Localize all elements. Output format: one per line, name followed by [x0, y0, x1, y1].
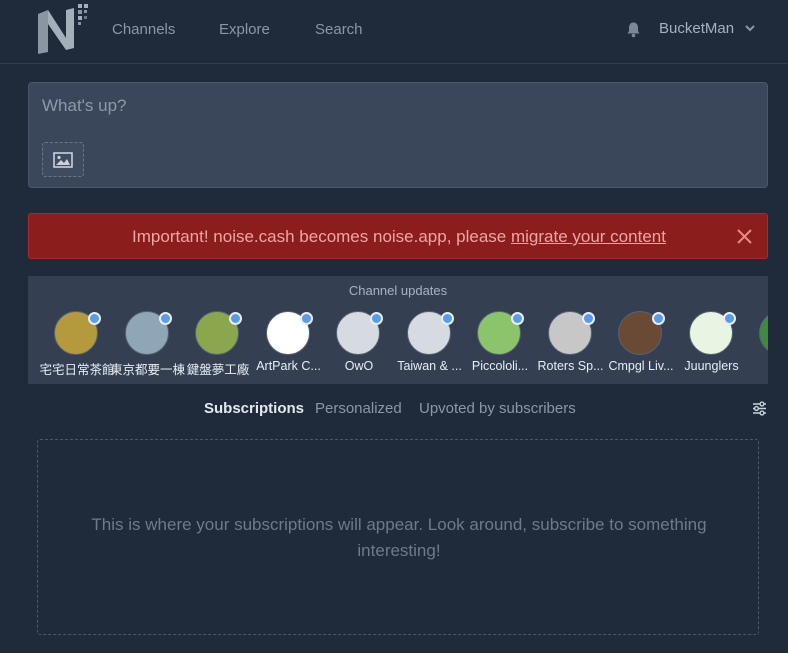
channel-item[interactable]: Cmpgl Liv... — [606, 310, 676, 380]
nav-link-channels[interactable]: Channels — [112, 21, 175, 38]
channel-avatar — [759, 311, 768, 355]
channel-item[interactable]: Roters Sp... — [536, 310, 606, 380]
channel-updates-title: Channel updates — [348, 283, 448, 298]
channel-updates: Channel updates 宅宅日常茶館 東京都要一棟 鍵盤夢工廠 ArtPark… — [28, 276, 768, 384]
new-update-dot — [88, 312, 101, 325]
channel-name: Roters Sp... — [537, 359, 604, 373]
new-update-dot — [229, 312, 242, 325]
migration-alert: Important! noise.cash becomes noise.app,… — [28, 213, 768, 259]
nav-link-search[interactable]: Search — [315, 21, 363, 38]
close-icon[interactable] — [736, 228, 753, 245]
channel-item[interactable]: Juunglers — [677, 310, 747, 380]
noise-logo[interactable] — [36, 2, 92, 56]
chevron-down-icon[interactable] — [744, 22, 756, 34]
new-update-dot — [440, 312, 454, 325]
channel-item[interactable]: 宅宅日常茶館 — [39, 310, 115, 380]
channel-name: 東京都要一棟 — [109, 363, 185, 377]
new-update-dot — [158, 312, 172, 325]
post-composer — [28, 82, 768, 188]
channel-item[interactable]: 鼠鼠 — [747, 310, 768, 380]
channel-name: OwO — [344, 359, 374, 373]
channel-item[interactable]: Piccololi... — [465, 310, 535, 380]
channel-item[interactable]: OwO — [324, 310, 394, 380]
channel-name: Juunglers — [684, 359, 739, 373]
tab-subscriptions[interactable]: Subscriptions — [204, 400, 304, 417]
channel-item[interactable]: 東京都要一棟 — [110, 310, 185, 380]
new-update-dot — [511, 312, 524, 325]
channel-name: 鍵盤夢工廠 — [186, 363, 250, 377]
sliders-icon[interactable] — [752, 401, 767, 416]
alert-message: Important! noise.cash becomes noise.app,… — [29, 227, 769, 247]
channel-item[interactable]: Taiwan & ... — [395, 310, 465, 380]
channel-name: 宅宅日常茶館 — [39, 363, 115, 377]
channel-name: ArtPark C... — [256, 359, 321, 373]
add-image-button[interactable] — [42, 142, 84, 177]
image-icon — [53, 151, 73, 168]
nav-link-explore[interactable]: Explore — [219, 21, 270, 38]
migrate-content-link[interactable]: migrate your content — [511, 227, 666, 246]
user-menu[interactable]: BucketMan — [659, 20, 734, 37]
new-update-dot — [299, 312, 313, 325]
tab-upvoted-by-subscribers[interactable]: Upvoted by subscribers — [419, 400, 576, 417]
new-update-dot — [581, 312, 595, 325]
subscriptions-empty-state: This is where your subscriptions will ap… — [37, 439, 759, 635]
top-nav: Channels Explore Search BucketMan — [0, 0, 788, 64]
channel-name: Taiwan & ... — [397, 359, 462, 373]
channel-item[interactable]: 鍵盤夢工廠 — [183, 310, 253, 380]
new-update-dot — [370, 312, 383, 325]
channel-name: Cmpgl Liv... — [608, 359, 674, 373]
channel-item[interactable]: ArtPark C... — [254, 310, 324, 380]
bell-icon[interactable] — [626, 21, 641, 38]
alert-text: Important! noise.cash becomes noise.app,… — [132, 227, 511, 246]
tab-personalized[interactable]: Personalized — [315, 400, 402, 417]
channel-name: 鼠鼠 — [743, 359, 768, 378]
new-update-dot — [652, 312, 665, 325]
post-input[interactable] — [42, 93, 742, 119]
empty-state-message: This is where your subscriptions will ap… — [91, 515, 707, 560]
channel-name: Piccololi... — [471, 359, 529, 373]
new-update-dot — [722, 312, 736, 325]
